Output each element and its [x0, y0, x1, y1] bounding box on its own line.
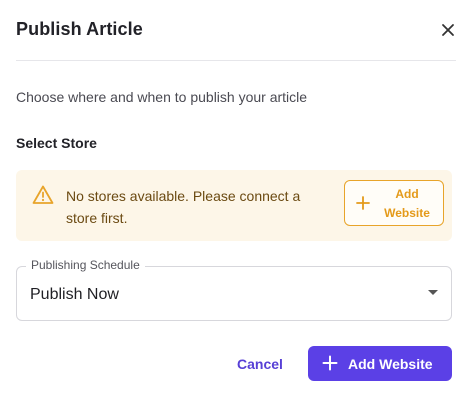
publishing-schedule-select[interactable]: Publishing Schedule Publish Now [16, 258, 452, 321]
plus-icon [356, 196, 370, 210]
add-website-button[interactable]: Add Website [308, 346, 452, 381]
dialog-title: Publish Article [16, 19, 143, 39]
publishing-schedule-label: Publishing Schedule [26, 258, 145, 272]
cancel-button[interactable]: Cancel [226, 346, 294, 381]
caret-down-icon [428, 290, 438, 295]
dialog-header: Publish Article [16, 0, 456, 61]
warning-icon [32, 185, 54, 204]
alert-button-line-2: Website [384, 206, 430, 220]
add-website-button-label: Add Website [348, 356, 433, 372]
alert-add-website-button[interactable]: Add Website [344, 180, 444, 226]
alert-button-line-1: Add [395, 187, 419, 201]
plus-icon [322, 355, 338, 371]
close-button[interactable] [436, 18, 460, 42]
publishing-schedule-value: Publish Now [30, 286, 119, 303]
alert-message: No stores available. Please connect a st… [66, 188, 301, 226]
dialog-subtitle: Choose where and when to publish your ar… [16, 89, 308, 105]
select-store-label: Select Store [16, 135, 97, 151]
no-stores-alert: No stores available. Please connect a st… [16, 170, 452, 241]
close-icon [442, 24, 454, 36]
alert-button-label: Add Website [379, 185, 435, 223]
